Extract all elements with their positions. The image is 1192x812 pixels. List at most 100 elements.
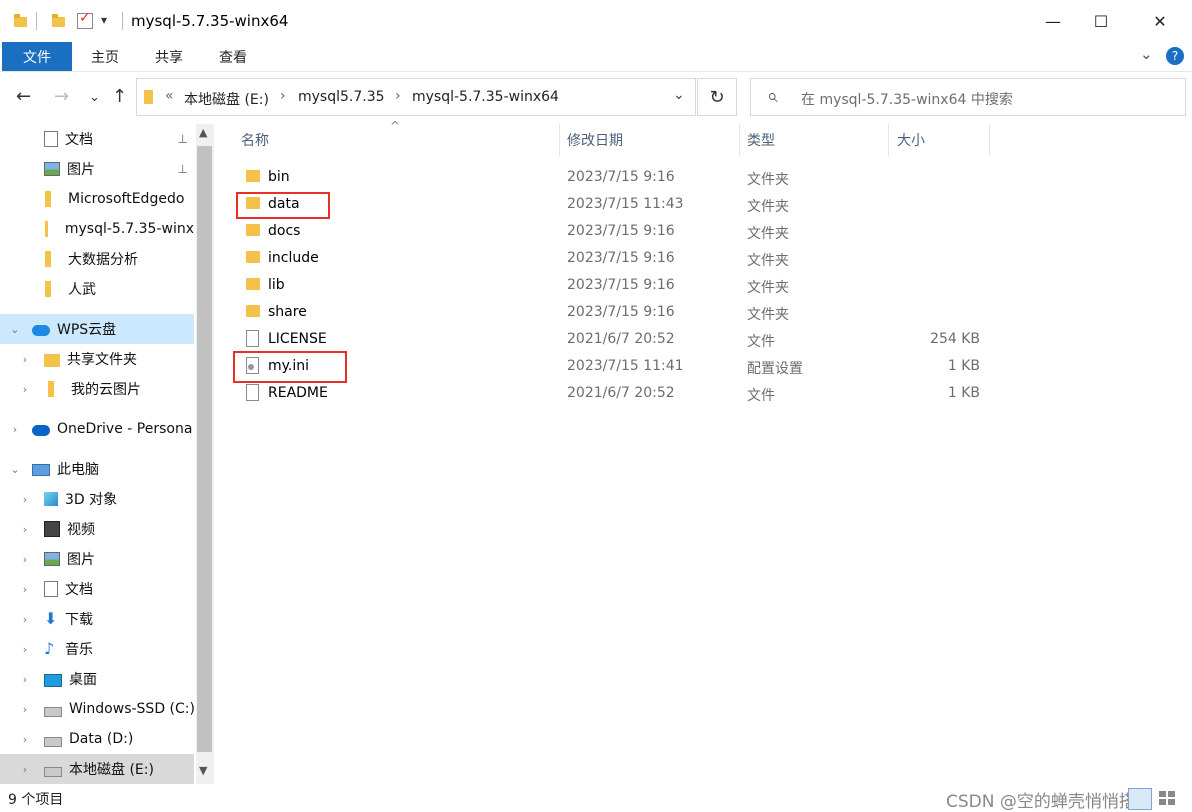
column-header-type[interactable]: 类型 [747, 124, 887, 156]
file-modified: 2023/7/15 11:41 [567, 358, 684, 374]
chevron-right-icon[interactable]: › [18, 613, 32, 626]
nav-item-microsoftedge[interactable]: MicrosoftEdgedo [0, 184, 194, 214]
chevron-right-icon[interactable]: › [18, 763, 32, 776]
nav-item-drive-e[interactable]: › 本地磁盘 (E:) [0, 754, 194, 784]
up-button[interactable]: ↑ [112, 86, 127, 107]
tab-share[interactable]: 共享 [144, 42, 194, 71]
chevron-right-icon[interactable]: › [18, 353, 32, 366]
large-icons-view-icon[interactable] [1156, 788, 1178, 808]
close-button[interactable]: ✕ [1137, 0, 1183, 42]
file-row-my-ini[interactable]: my.ini 2023/7/15 11:41 配置设置 1 KB [238, 354, 998, 381]
nav-item-downloads[interactable]: › ⬇ 下载 [0, 604, 194, 634]
nav-item-videos[interactable]: › 视频 [0, 514, 194, 544]
nav-item-renwu[interactable]: 人武 [0, 274, 194, 304]
file-row-license[interactable]: LICENSE 2021/6/7 20:52 文件 254 KB [238, 327, 998, 354]
nav-scrollbar-thumb[interactable] [197, 146, 212, 752]
breadcrumb-separator[interactable]: › [395, 88, 401, 104]
nav-item-documents-quick[interactable]: 文档 ⊥ [0, 124, 194, 154]
nav-item-this-pc[interactable]: ⌄ 此电脑 [0, 454, 194, 484]
recent-locations-button[interactable]: ⌄ [89, 90, 100, 105]
nav-item-pictures-quick[interactable]: 图片 ⊥ [0, 154, 194, 184]
nav-item-my-cloud-pictures[interactable]: › 我的云图片 [0, 374, 194, 404]
tab-home[interactable]: 主页 [80, 42, 130, 71]
breadcrumb-mysql-winx64[interactable]: mysql-5.7.35-winx64 [412, 89, 559, 105]
chevron-right-icon[interactable]: › [18, 643, 32, 656]
nav-item-documents[interactable]: › 文档 [0, 574, 194, 604]
minimize-button[interactable]: — [1030, 0, 1076, 42]
nav-item-bigdata[interactable]: 大数据分析 [0, 244, 194, 274]
help-icon[interactable]: ? [1166, 47, 1184, 65]
scroll-down-icon[interactable]: ▼ [199, 764, 207, 777]
column-header-modified[interactable]: 修改日期 [567, 124, 737, 156]
forward-button[interactable]: → [54, 86, 69, 107]
new-folder-icon[interactable] [52, 14, 65, 27]
file-row-share[interactable]: share 2023/7/15 9:16 文件夹 [238, 300, 998, 327]
nav-item-3d-objects[interactable]: › 3D 对象 [0, 484, 194, 514]
chevron-right-icon[interactable]: › [18, 703, 32, 716]
nav-label: 下载 [65, 612, 93, 628]
file-row-lib[interactable]: lib 2023/7/15 9:16 文件夹 [238, 273, 998, 300]
nav-item-desktop[interactable]: › 桌面 [0, 664, 194, 694]
details-view-icon[interactable] [1128, 788, 1152, 810]
highlight-box-my-ini [233, 351, 347, 383]
chevron-right-icon[interactable]: › [18, 383, 32, 396]
chevron-down-icon[interactable]: ⌄ [8, 463, 22, 476]
breadcrumb-separator[interactable]: › [280, 88, 286, 104]
column-header-size[interactable]: 大小 [897, 124, 987, 156]
breadcrumb-mysql5735[interactable]: mysql5.7.35 [298, 89, 385, 105]
folder-icon [45, 281, 51, 297]
properties-icon[interactable]: ✓ [77, 10, 93, 29]
chevron-down-icon[interactable]: ⌄ [8, 323, 22, 336]
pin-icon[interactable]: ⊥ [178, 132, 188, 146]
breadcrumb-drive-e[interactable]: 本地磁盘 (E:) [184, 89, 269, 109]
nav-label: mysql-5.7.35-winx [64, 221, 194, 237]
quick-access-dropdown-icon[interactable]: ▾ [101, 13, 107, 27]
file-row-data[interactable]: data 2023/7/15 11:43 文件夹 [238, 192, 998, 219]
back-button[interactable]: ← [16, 86, 31, 107]
tab-file[interactable]: 文件 [2, 42, 72, 71]
folder-icon [48, 381, 54, 397]
nav-item-drive-d[interactable]: › Data (D:) [0, 724, 194, 754]
address-bar[interactable]: « 本地磁盘 (E:) › mysql5.7.35 › mysql-5.7.35… [136, 78, 696, 116]
folder-icon [45, 191, 51, 207]
ribbon-expand-icon[interactable]: ⌄ [1140, 45, 1153, 63]
nav-item-wps-cloud[interactable]: ⌄ WPS云盘 [0, 314, 194, 344]
nav-item-mysql-winx[interactable]: mysql-5.7.35-winx [0, 214, 194, 244]
nav-item-music[interactable]: › ♪ 音乐 [0, 634, 194, 664]
chevron-right-icon[interactable]: › [18, 493, 32, 506]
nav-item-drive-c[interactable]: › Windows-SSD (C:) [0, 694, 194, 724]
chevron-right-icon[interactable]: › [8, 423, 22, 436]
chevron-right-icon[interactable]: › [18, 583, 32, 596]
chevron-right-icon[interactable]: › [18, 553, 32, 566]
maximize-button[interactable]: ☐ [1078, 0, 1124, 42]
file-type: 文件夹 [747, 307, 789, 323]
file-row-include[interactable]: include 2023/7/15 9:16 文件夹 [238, 246, 998, 273]
nav-item-pictures[interactable]: › 图片 [0, 544, 194, 574]
scroll-up-icon[interactable]: ▲ [199, 126, 207, 139]
file-row-bin[interactable]: bin 2023/7/15 9:16 文件夹 [238, 165, 998, 192]
file-modified: 2023/7/15 9:16 [567, 169, 675, 185]
file-size: 1 KB [947, 358, 980, 374]
search-box[interactable]: ⌕ 在 mysql-5.7.35-winx64 中搜索 [750, 78, 1186, 116]
chevron-right-icon[interactable]: › [18, 673, 32, 686]
file-modified: 2023/7/15 11:43 [567, 196, 684, 212]
cube-icon [44, 492, 58, 506]
nav-item-onedrive[interactable]: › OneDrive - Persona [0, 414, 194, 444]
file-row-readme[interactable]: README 2021/6/7 20:52 文件 1 KB [238, 381, 998, 408]
nav-item-shared-folder[interactable]: › 共享文件夹 [0, 344, 194, 374]
address-dropdown-icon[interactable]: ⌄ [673, 87, 685, 103]
tab-view[interactable]: 查看 [208, 42, 258, 71]
status-bar: 9 个项目 CSDN @空的蝉壳悄悄搭落 [0, 784, 1192, 812]
chevron-right-icon[interactable]: › [18, 733, 32, 746]
column-divider[interactable] [989, 124, 990, 156]
file-row-docs[interactable]: docs 2023/7/15 9:16 文件夹 [238, 219, 998, 246]
refresh-button[interactable]: ↻ [697, 78, 737, 116]
column-divider[interactable] [888, 124, 889, 156]
chevron-right-icon[interactable]: › [18, 523, 32, 536]
breadcrumb-overflow[interactable]: « [165, 88, 174, 104]
column-divider[interactable] [739, 124, 740, 156]
pin-icon[interactable]: ⊥ [178, 162, 188, 176]
column-divider[interactable] [559, 124, 560, 156]
nav-label: 桌面 [69, 672, 97, 688]
column-label: 名称 [241, 133, 269, 149]
